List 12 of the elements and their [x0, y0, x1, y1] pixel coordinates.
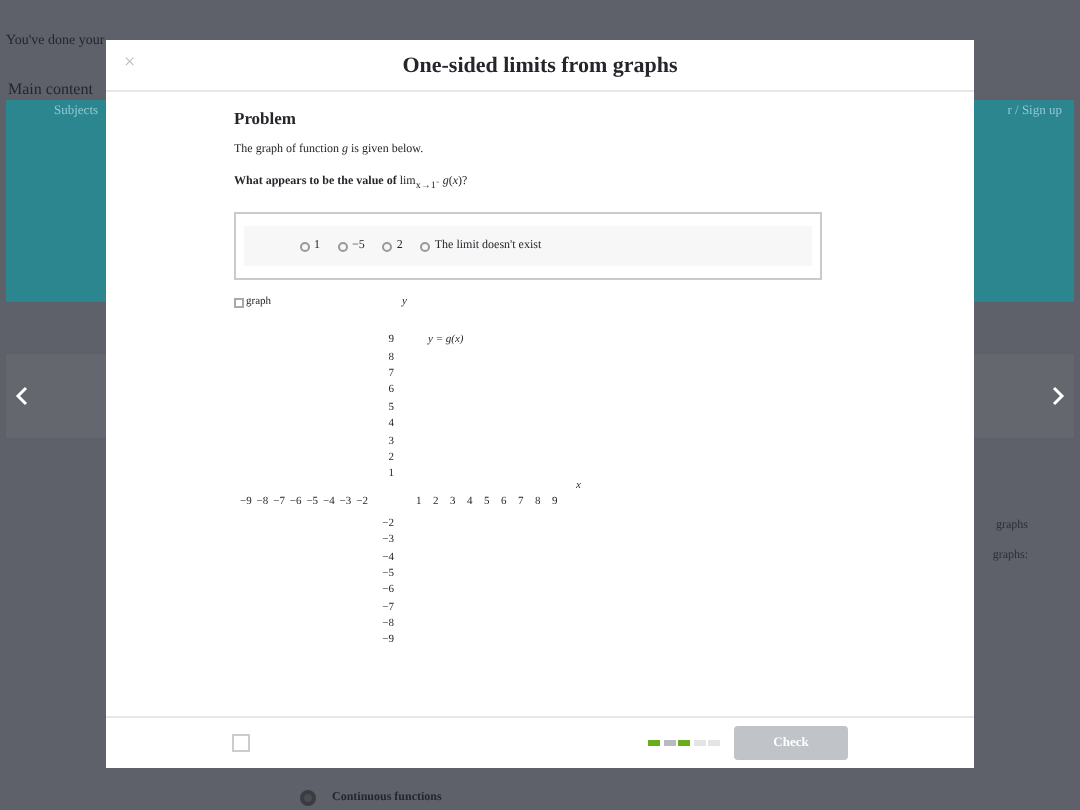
- chevron-left-icon[interactable]: [14, 386, 30, 406]
- radio-button[interactable]: [382, 241, 393, 252]
- timeline-dot-icon: [300, 790, 316, 806]
- main-content-label: Main content: [8, 80, 93, 100]
- problem-heading: Problem: [234, 108, 299, 128]
- radio-button[interactable]: [338, 241, 348, 252]
- close-button[interactable]: ×: [124, 52, 136, 74]
- radio-button[interactable]: [420, 241, 431, 252]
- modal-title: One-sided limits from graphs: [402, 53, 678, 77]
- radio-button[interactable]: [300, 241, 310, 252]
- broken-image-icon: [232, 734, 250, 752]
- chevron-right-icon[interactable]: [1050, 386, 1066, 406]
